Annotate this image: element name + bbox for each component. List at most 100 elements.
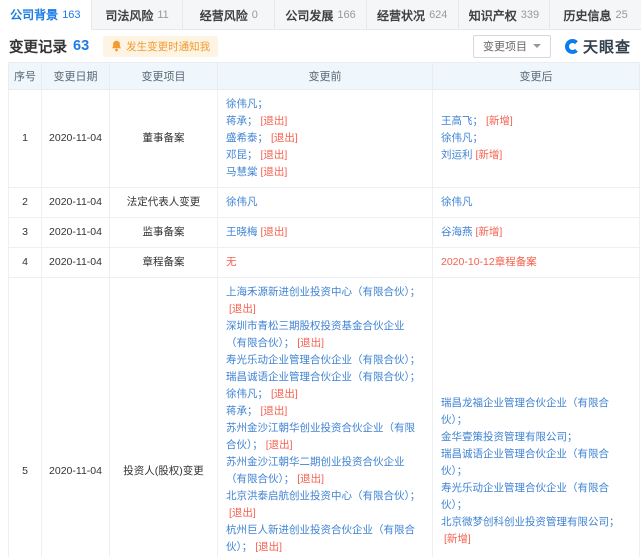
filter-dropdown-button[interactable]: 变更项目 bbox=[473, 35, 551, 58]
change-entry: 寿光乐动企业管理合伙企业（有限合伙）； bbox=[226, 352, 424, 369]
bell-icon bbox=[111, 40, 122, 52]
entity-link[interactable]: 上海禾源新进创业投资中心（有限合伙）； bbox=[226, 286, 420, 298]
plain-value: 无 bbox=[226, 256, 237, 268]
change-before-cell: 徐伟凡 bbox=[218, 188, 433, 218]
tab-count: 11 bbox=[157, 9, 168, 21]
tab-label: 经营风险 bbox=[200, 7, 248, 24]
table-row: 22020-11-04法定代表人变更徐伟凡徐伟凡 bbox=[9, 188, 640, 218]
entity-link[interactable]: 瑞昌龙福企业管理合伙企业（有限合伙）； bbox=[441, 397, 609, 426]
table-row: 32020-11-04监事备案王晓梅[退出] 谷海燕[新增] bbox=[9, 218, 640, 248]
change-item: 投资人(股权)变更 bbox=[110, 278, 218, 557]
change-tag: [退出] bbox=[229, 303, 256, 315]
change-date: 2020-11-04 bbox=[42, 248, 110, 278]
tab-history-info[interactable]: 历史信息25 bbox=[550, 0, 641, 30]
change-tag: [退出] bbox=[261, 226, 288, 238]
entity-link[interactable]: 金华壹策投资管理有限公司； bbox=[441, 431, 578, 443]
change-after-cell: 王高飞； [新增] 徐伟凡； 刘运利[新增] bbox=[433, 90, 640, 188]
change-date: 2020-11-04 bbox=[42, 218, 110, 248]
tab-count: 339 bbox=[521, 9, 539, 21]
row-number: 1 bbox=[9, 90, 42, 188]
section-title: 变更记录 bbox=[9, 36, 67, 57]
change-after-cell: 2020-10-12章程备案 bbox=[433, 248, 640, 278]
change-tag: [退出] bbox=[297, 473, 324, 485]
table-row: 42020-11-04章程备案无 2020-10-12章程备案 bbox=[9, 248, 640, 278]
change-item: 董事备案 bbox=[110, 90, 218, 188]
tab-company-development[interactable]: 公司发展166 bbox=[275, 0, 367, 30]
change-tag: [新增] bbox=[444, 533, 471, 545]
change-before-cell: 无 bbox=[218, 248, 433, 278]
change-entry: 2020-10-12章程备案 bbox=[441, 254, 631, 271]
row-number: 2 bbox=[9, 188, 42, 218]
tab-operation-status[interactable]: 经营状况624 bbox=[367, 0, 459, 30]
entity-link[interactable]: 蒋承； bbox=[226, 115, 258, 127]
entity-link[interactable]: 蒋承； bbox=[226, 405, 258, 417]
entity-link[interactable]: 徐伟凡； bbox=[226, 388, 268, 400]
entity-link[interactable]: 徐伟凡 bbox=[226, 196, 258, 208]
entity-link[interactable]: 徐伟凡； bbox=[441, 132, 483, 144]
top-tabbar: 公司背景 163 司法风险11 经营风险 0 公司发展166经营状况624 知识产权 339 历… bbox=[0, 0, 641, 30]
change-entry: 蒋承；[退出] bbox=[226, 113, 424, 130]
change-entry: 马慧棠[退出] bbox=[226, 164, 424, 181]
table-header: 序号变更日期变更项目变更前变更后 bbox=[9, 63, 640, 90]
entity-link[interactable]: 徐伟凡； bbox=[226, 98, 268, 110]
change-entry: 刘运利[新增] bbox=[441, 147, 631, 164]
change-date: 2020-11-04 bbox=[42, 278, 110, 557]
row-number: 3 bbox=[9, 218, 42, 248]
entity-link[interactable]: 刘运利 bbox=[441, 149, 473, 161]
entity-link[interactable]: 寿光乐动企业管理合伙企业（有限合伙）； bbox=[441, 482, 609, 511]
table-header-row: 序号变更日期变更项目变更前变更后 bbox=[9, 63, 640, 90]
column-header: 变更日期 bbox=[42, 63, 110, 90]
tab-label: 经营状况 bbox=[377, 7, 425, 24]
tab-label: 公司发展 bbox=[285, 7, 333, 24]
tab-operation-risk[interactable]: 经营风险 0 bbox=[183, 0, 275, 30]
plain-value: 2020-10-12章程备案 bbox=[441, 256, 537, 268]
change-tag: [新增] bbox=[476, 149, 503, 161]
tab-judicial-risk[interactable]: 司法风险11 bbox=[92, 0, 184, 30]
entity-link[interactable]: 北京洪泰启航创业投资中心（有限合伙）； bbox=[226, 490, 420, 502]
entity-link[interactable]: 王高飞； bbox=[441, 115, 483, 127]
change-entry: 徐伟凡； bbox=[441, 130, 631, 147]
change-tag: [退出] bbox=[261, 166, 288, 178]
entity-link[interactable]: 徐伟凡 bbox=[441, 196, 473, 208]
tab-label: 公司背景 bbox=[10, 6, 58, 23]
tab-count: 163 bbox=[62, 9, 80, 21]
entity-link[interactable]: 瑞昌诚语企业管理合伙企业（有限合伙）； bbox=[441, 448, 609, 477]
change-tag: [退出] bbox=[261, 405, 288, 417]
entity-link[interactable]: 王晓梅 bbox=[226, 226, 258, 238]
tab-intellectual-property[interactable]: 知识产权 339 bbox=[459, 0, 551, 30]
entity-link[interactable]: 马慧棠 bbox=[226, 166, 258, 178]
tab-label: 知识产权 bbox=[469, 7, 517, 24]
change-entry: 苏州金沙江朝华二期创业投资合伙企业（有限合伙）；[退出] bbox=[226, 454, 424, 488]
change-entry: 无 bbox=[226, 254, 424, 271]
change-tag: [退出] bbox=[229, 507, 256, 519]
change-date: 2020-11-04 bbox=[42, 188, 110, 218]
change-item: 监事备案 bbox=[110, 218, 218, 248]
change-entry: 徐伟凡； bbox=[226, 96, 424, 113]
brand-name: 天眼查 bbox=[583, 36, 631, 57]
entity-link[interactable]: 盛希泰； bbox=[226, 132, 268, 144]
change-entry: 邓昆；[退出] bbox=[226, 147, 424, 164]
change-after-cell: 谷海燕[新增] bbox=[433, 218, 640, 248]
change-tag: [退出] bbox=[271, 388, 298, 400]
change-entry: 谷海燕[新增] bbox=[441, 224, 631, 241]
table-row: 12020-11-04董事备案徐伟凡；蒋承；[退出]盛希泰；[退出]邓昆；[退出… bbox=[9, 90, 640, 188]
brand-logo: 天眼查 bbox=[565, 36, 631, 57]
tab-company-background[interactable]: 公司背景 163 bbox=[0, 0, 92, 30]
change-tag: [退出] bbox=[297, 337, 324, 349]
change-item: 章程备案 bbox=[110, 248, 218, 278]
change-tag: [退出] bbox=[266, 439, 293, 451]
column-header: 变更前 bbox=[218, 63, 433, 90]
tab-count: 0 bbox=[252, 9, 258, 21]
entity-link[interactable]: 北京微梦创科创业投资管理有限公司； bbox=[441, 516, 620, 528]
section-header: 变更记录 63 发生变更时通知我 变更项目 天眼查 bbox=[0, 30, 641, 62]
entity-link[interactable]: 瑞昌诚语企业管理合伙企业（有限合伙）； bbox=[226, 371, 420, 383]
notify-badge[interactable]: 发生变更时通知我 bbox=[103, 36, 218, 57]
change-entry: 寿光乐动企业管理合伙企业（有限合伙）； bbox=[441, 480, 631, 514]
entity-link[interactable]: 谷海燕 bbox=[441, 226, 473, 238]
entity-link[interactable]: 苏州金沙江朝华创业投资合伙企业（有限合伙）； bbox=[226, 422, 415, 451]
entity-link[interactable]: 邓昆； bbox=[226, 149, 258, 161]
section-actions: 变更项目 天眼查 bbox=[473, 35, 631, 58]
change-item: 法定代表人变更 bbox=[110, 188, 218, 218]
entity-link[interactable]: 寿光乐动企业管理合伙企业（有限合伙）； bbox=[226, 354, 420, 366]
row-number: 4 bbox=[9, 248, 42, 278]
